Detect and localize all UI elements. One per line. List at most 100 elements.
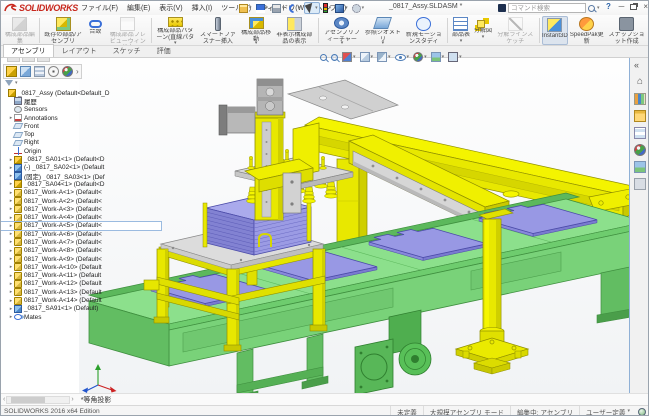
tree-item[interactable]: ▸0817_Work-A<9> (Default< — [1, 255, 161, 263]
ribbon-button-movecomp[interactable]: 構成部品移動▾ — [239, 16, 273, 45]
tree-item[interactable]: ▸0817_Work-A<7> (Default< — [1, 238, 161, 246]
menu-item[interactable]: ファイル(F) — [81, 3, 118, 13]
ribbon-button-showhidden[interactable]: 非表示構成部品の表示 — [273, 16, 316, 45]
zoomarea-button[interactable] — [331, 54, 338, 61]
ribbon-button-pattern[interactable]: 構成部品パターン(直線パターン)▾ — [154, 16, 197, 45]
status-globe-icon[interactable] — [638, 408, 646, 416]
filter-funnel-icon[interactable] — [5, 80, 13, 86]
dropdown-arrow-icon[interactable]: ▾ — [627, 409, 630, 414]
dropdown-arrow-icon[interactable]: ▾ — [329, 6, 332, 11]
splitter-tab[interactable] — [37, 58, 50, 62]
search-input[interactable]: コマンド検索 — [508, 3, 586, 13]
tree-item[interactable]: ▸Mates — [1, 313, 161, 321]
scene-button[interactable]: ▾ — [431, 52, 445, 62]
items-button[interactable]: ▾ — [395, 54, 410, 61]
dropdown-arrow-icon[interactable]: ▾ — [442, 55, 445, 60]
dropdown-arrow-icon[interactable]: ▾ — [299, 6, 302, 11]
tree-item[interactable]: Top — [1, 130, 161, 138]
tab-レイアウト[interactable]: レイアウト — [54, 44, 105, 57]
tree-item[interactable]: ▸0817_Work-A<10> (Default — [1, 263, 161, 271]
dispmgr-tab-icon[interactable] — [62, 66, 73, 77]
tree-item[interactable]: ▸_0817_SA01<1> (Default<D — [1, 155, 161, 163]
dropdown-arrow-icon[interactable]: ▾ — [362, 6, 365, 11]
ribbon-button-asmfeature[interactable]: アセンブリフィーチャー▾ — [321, 16, 364, 45]
scrollbar-track[interactable] — [6, 396, 70, 404]
ribbon-button-bom[interactable]: 部品表▾ — [450, 16, 472, 45]
zoomfit-button[interactable] — [320, 54, 327, 61]
tree-item[interactable]: ▸Annotations — [1, 114, 161, 122]
graphics-viewport[interactable]: ▾ ▾ ▾ ▾ ▾ ▾ ▾ — [79, 58, 629, 393]
appearance-button[interactable]: ▾ — [334, 2, 349, 14]
tree-item[interactable]: ▸0817_Work-A<6> (Default< — [1, 230, 161, 238]
tree-item[interactable]: ▸(固定) _0817_SA03<1> (Def — [1, 172, 161, 180]
tree-item[interactable]: ▸0817_Work-A<11> (Default — [1, 272, 161, 280]
dropdown-arrow-icon[interactable]: ▾ — [282, 6, 285, 11]
tree-item[interactable]: ▸0817_Work-A<13> (Default — [1, 288, 161, 296]
tree-item[interactable]: ▸_0817_SA04<1> (Default<D — [1, 180, 161, 188]
view-orientation-tab[interactable]: *等角投影 — [81, 395, 112, 405]
scene-tab-icon[interactable] — [634, 161, 646, 173]
ribbon-button-motion[interactable]: 新規モーションスタディ — [402, 16, 445, 45]
scroll-right-icon[interactable]: › — [70, 396, 74, 404]
ribbon-button-speedpak[interactable]: SpeedPak更新 — [568, 16, 605, 45]
dropdown-arrow-icon[interactable]: ▾ — [315, 6, 318, 11]
collapse-chevron-icon[interactable]: « — [634, 61, 646, 71]
ribbon-button-explode[interactable]: 分解図▾ — [472, 16, 494, 45]
dropdown-arrow-icon[interactable]: ▾ — [371, 55, 374, 60]
panel-chevron-icon[interactable]: › — [76, 66, 79, 77]
tree-item[interactable]: 履歴 — [1, 97, 161, 105]
save-button[interactable]: ▾ — [255, 2, 270, 14]
dropdown-arrow-icon[interactable]: ▾ — [341, 41, 344, 45]
dropdown-arrow-icon[interactable]: ▾ — [255, 41, 258, 45]
rebuild-button[interactable]: ▾ — [322, 2, 333, 14]
minimize-button[interactable]: ─ — [619, 2, 625, 12]
dropdown-arrow-icon[interactable]: ▾ — [482, 35, 485, 39]
dropdown-arrow-icon[interactable]: ▾ — [407, 55, 410, 60]
horizontal-scrollbar[interactable]: ‹ › — [2, 395, 75, 404]
style-button[interactable]: ▾ — [377, 52, 391, 62]
dropdown-arrow-icon[interactable]: ▾ — [388, 55, 391, 60]
close-button[interactable]: × — [643, 2, 648, 12]
tab-アセンブリ[interactable]: アセンブリ — [3, 44, 54, 57]
library-tab-icon[interactable] — [634, 93, 646, 105]
tree-item[interactable]: Front — [1, 122, 161, 130]
dropdown-arrow-icon[interactable]: ▾ — [249, 6, 252, 11]
restore-button[interactable] — [630, 4, 637, 10]
palette-tab-icon[interactable] — [634, 127, 646, 139]
home-tab-icon[interactable]: ⌂ — [634, 76, 646, 88]
splitter-tab[interactable] — [7, 58, 20, 62]
featmgr-tab-icon[interactable] — [6, 66, 17, 77]
section-button[interactable]: ▾ — [342, 52, 356, 62]
propmgr-tab-icon[interactable] — [20, 66, 31, 77]
tree-item[interactable]: ▸0817_Work-A<2> (Default< — [1, 197, 161, 205]
props-tab-icon[interactable] — [634, 178, 646, 190]
gantry-top-bracket[interactable] — [288, 80, 398, 119]
dropdown-arrow-icon[interactable]: ▾ — [353, 55, 356, 60]
orientation-button[interactable]: ▾ — [360, 52, 374, 62]
folder-tab-icon[interactable] — [634, 110, 646, 122]
tree-item[interactable]: ▸0817_Work-A<3> (Default< — [1, 205, 161, 213]
tab-評価[interactable]: 評価 — [149, 44, 179, 57]
options-button[interactable]: ▾ — [351, 2, 366, 14]
tree-item[interactable]: ▸0817_Work-A<1> (Default< — [1, 189, 161, 197]
appearance-tab-icon[interactable] — [634, 144, 646, 156]
menu-item[interactable]: 表示(V) — [159, 3, 182, 13]
tab-スケッチ[interactable]: スケッチ — [105, 44, 149, 57]
splitter-tab[interactable] — [22, 58, 35, 62]
dropdown-arrow-icon[interactable]: ▾ — [459, 55, 462, 60]
dropdown-arrow-icon[interactable]: ▾ — [382, 41, 385, 45]
settings-button[interactable]: ▾ — [448, 52, 462, 62]
configmgr-tab-icon[interactable] — [34, 66, 45, 77]
tree-item[interactable]: ▸_0817_SA91<1> (Default) — [1, 305, 161, 313]
print-button[interactable]: ▾ — [271, 2, 286, 14]
dropdown-arrow-icon[interactable]: ▾ — [345, 6, 348, 11]
dropdown-arrow-icon[interactable]: ▾ — [424, 55, 427, 60]
ribbon-button-snapshot[interactable]: スナップショット作成 — [605, 16, 648, 45]
tree-item[interactable]: Origin — [1, 147, 161, 155]
menu-item[interactable]: 挿入(I) — [192, 3, 213, 13]
search-icon[interactable] — [588, 5, 595, 12]
undo-button[interactable]: ▾ — [288, 2, 303, 14]
tree-item[interactable]: Right — [1, 139, 161, 147]
tree-item[interactable]: Sensors — [1, 106, 161, 114]
y-axis-motor[interactable] — [219, 105, 255, 135]
